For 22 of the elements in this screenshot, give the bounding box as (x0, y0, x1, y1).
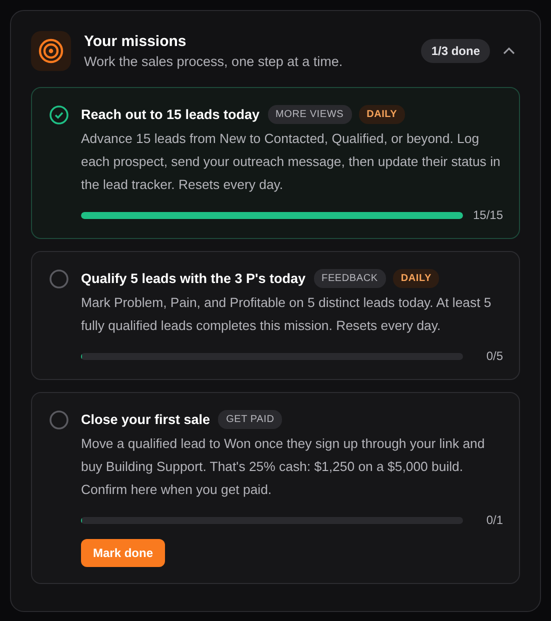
mark-done-button[interactable]: Mark done (81, 539, 166, 567)
progress-badge: 1/3 done (421, 39, 490, 63)
mission-description: Move a qualified lead to Won once they sign up through your link and buy Building Support. That's 25% cash: $1,250 on a $5,000 build. Confirm here when you get paid. (81, 435, 486, 499)
mission-title: Qualify 5 leads with the 3 P's today (81, 271, 306, 286)
panel-title: Your missions (84, 33, 188, 50)
mission-title: Close your first sale (81, 412, 210, 427)
panel-subtitle: Work the sales process, one step at a time. (84, 54, 344, 69)
tag: FEEDBACK (314, 269, 386, 288)
progress-count: 0/1 (485, 513, 503, 527)
mission-description: Mark Problem, Pain, and Profitable on 5 distinct leads today. At least 5 fully qualified leads completes this mission. Resets every day. (81, 294, 492, 335)
tag: DAILY (392, 269, 440, 288)
progress-count: 15/15 (472, 208, 503, 222)
mission-description: Advance 15 leads from New to Contacted, Qualified, or beyond. Log each prospect, send your outreach message, then update their status in the lead tracker. Resets every day. (81, 130, 502, 194)
tag: GET PAID (218, 410, 282, 429)
tag: DAILY (358, 105, 406, 124)
check-circle-icon[interactable] (49, 105, 69, 125)
target-icon (31, 31, 71, 71)
empty-circle-icon[interactable] (49, 410, 69, 430)
progress-count: 0/5 (485, 349, 503, 363)
empty-circle-icon[interactable] (49, 269, 69, 289)
mission-title: Reach out to 15 leads today (81, 107, 260, 122)
tag: MORE VIEWS (268, 105, 352, 124)
